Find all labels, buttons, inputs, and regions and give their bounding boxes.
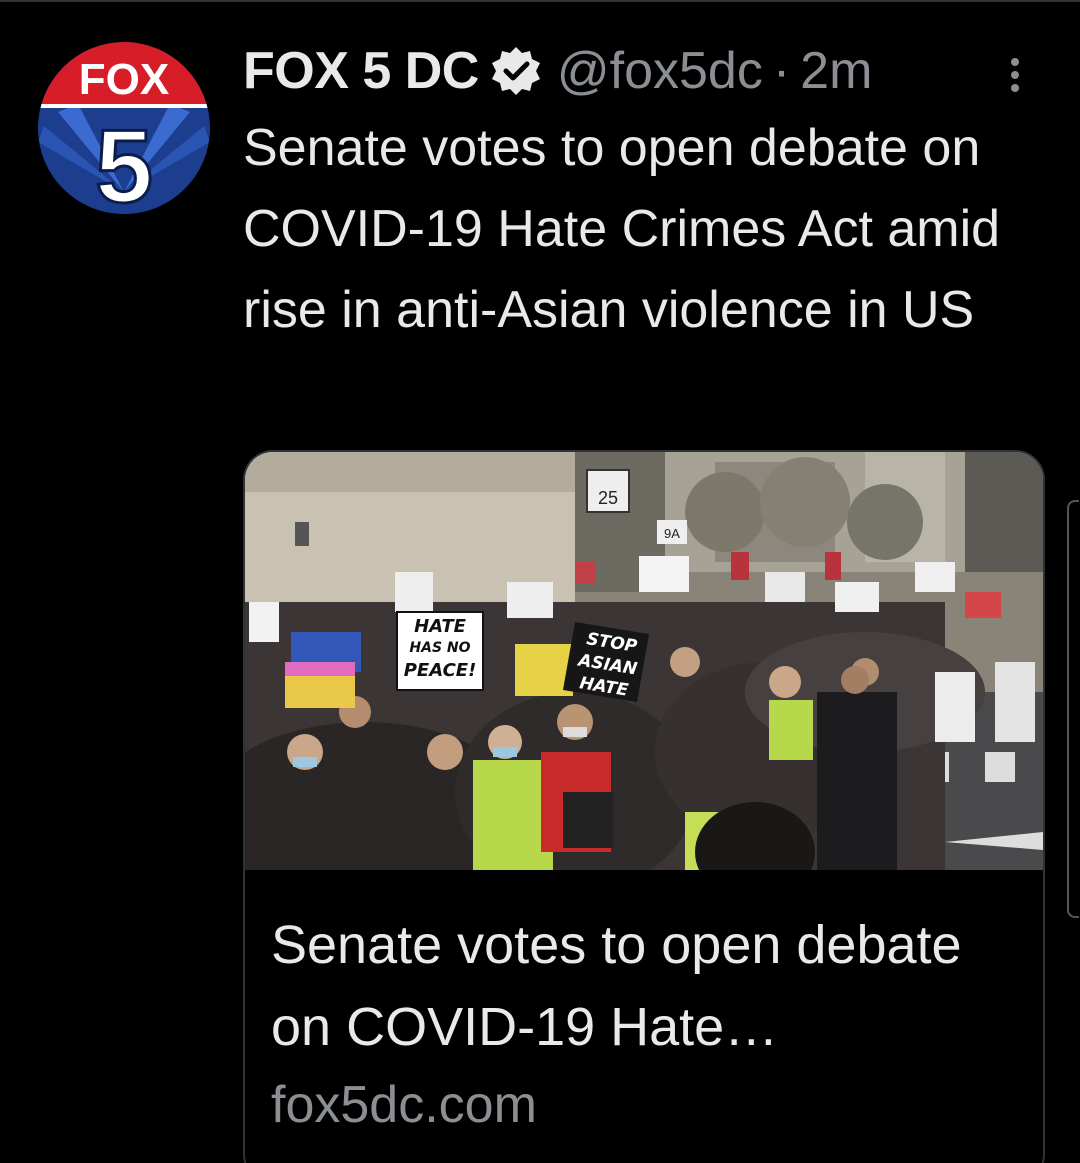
separator: · <box>772 42 791 100</box>
card-image[interactable]: 25 9A HATE HAS NO PEACE! STOP ASIAN HATE <box>245 452 1043 870</box>
verified-badge-icon <box>489 44 543 98</box>
display-name[interactable]: FOX 5 DC <box>243 40 479 102</box>
route-sign: 9A <box>664 526 680 541</box>
sign-1-line-1: HATE <box>414 616 467 637</box>
tweet-header: FOX 5 DC @fox5dc · 2m <box>243 40 1043 102</box>
card-title: Senate votes to open debate on COVID-19 … <box>271 915 962 1057</box>
handle[interactable]: @fox5dc <box>557 40 763 102</box>
logo-number: 5 <box>95 109 153 214</box>
sign-1-line-2: HAS NO <box>409 640 470 656</box>
tweet-text: Senate votes to open debate on COVID-19 … <box>243 119 1001 339</box>
sign-1-line-3: PEACE! <box>404 660 477 681</box>
divider <box>0 0 1080 2</box>
avatar[interactable]: FOX 5 <box>38 42 210 214</box>
timestamp[interactable]: 2m <box>800 40 872 102</box>
logo-word: FOX <box>79 55 169 104</box>
protest-photo: 25 9A HATE HAS NO PEACE! STOP ASIAN HATE <box>245 452 1043 870</box>
link-card[interactable]: 25 9A HATE HAS NO PEACE! STOP ASIAN HATE… <box>243 450 1045 1163</box>
street-sign-number: 25 <box>598 488 618 508</box>
card-domain: fox5dc.com <box>271 1076 537 1134</box>
more-vertical-icon[interactable] <box>1005 58 1025 98</box>
scrollbar[interactable] <box>1067 500 1079 918</box>
fox5-logo: FOX 5 <box>38 42 210 214</box>
tweet[interactable]: FOX 5 FOX 5 DC @fox5dc · 2m Senate votes… <box>0 0 1080 1163</box>
